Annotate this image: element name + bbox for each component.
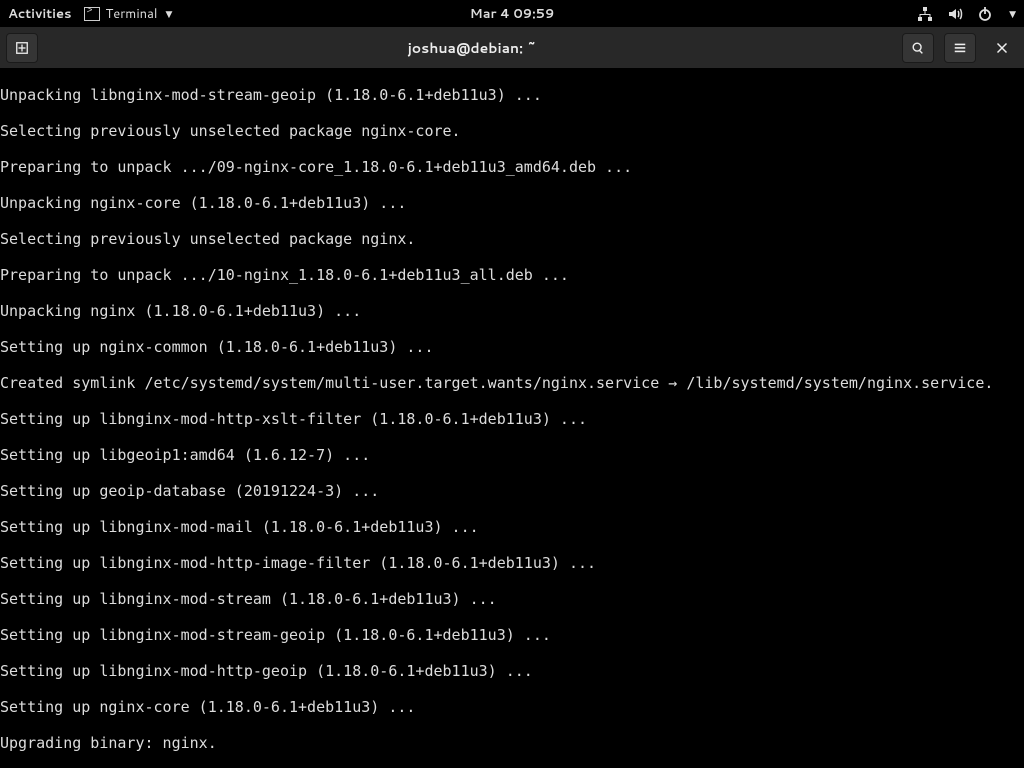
output-line: Preparing to unpack .../10-nginx_1.18.0-… [0, 266, 1024, 284]
output-line: Selecting previously unselected package … [0, 230, 1024, 248]
new-tab-button[interactable] [6, 33, 38, 63]
output-line: Unpacking nginx-core (1.18.0-6.1+deb11u3… [0, 194, 1024, 212]
output-line: Unpacking libnginx-mod-stream-geoip (1.1… [0, 86, 1024, 104]
output-line: Setting up libnginx-mod-stream (1.18.0-6… [0, 590, 1024, 608]
output-line: Setting up libnginx-mod-mail (1.18.0-6.1… [0, 518, 1024, 536]
output-line: Setting up libnginx-mod-stream-geoip (1.… [0, 626, 1024, 644]
hamburger-menu-button[interactable] [944, 33, 976, 63]
output-line: Preparing to unpack .../09-nginx-core_1.… [0, 158, 1024, 176]
network-icon[interactable] [917, 6, 933, 22]
close-button[interactable] [986, 33, 1018, 63]
chevron-down-icon: ▼ [165, 7, 172, 20]
terminal-icon [84, 7, 100, 21]
output-line: Upgrading binary: nginx. [0, 734, 1024, 752]
search-button[interactable] [902, 33, 934, 63]
clock[interactable]: Mar 4 09:59 [470, 5, 555, 23]
output-line: Created symlink /etc/systemd/system/mult… [0, 374, 1024, 392]
system-menu-chevron-icon[interactable]: ▼ [1009, 7, 1016, 20]
output-line: Setting up libnginx-mod-http-geoip (1.18… [0, 662, 1024, 680]
output-line: Setting up libnginx-mod-http-xslt-filter… [0, 410, 1024, 428]
gnome-top-bar: Activities Terminal ▼ Mar 4 09:59 ▼ [0, 0, 1024, 27]
output-line: Setting up libnginx-mod-http-image-filte… [0, 554, 1024, 572]
output-line: Unpacking nginx (1.18.0-6.1+deb11u3) ... [0, 302, 1024, 320]
app-menu-label: Terminal [106, 5, 158, 23]
output-line: Setting up geoip-database (20191224-3) .… [0, 482, 1024, 500]
app-menu[interactable]: Terminal ▼ [84, 5, 173, 23]
output-line: Setting up nginx-core (1.18.0-6.1+deb11u… [0, 698, 1024, 716]
output-line: Selecting previously unselected package … [0, 122, 1024, 140]
window-title: joshua@debian: ~ [42, 38, 902, 58]
output-line: Setting up libgeoip1:amd64 (1.6.12-7) ..… [0, 446, 1024, 464]
window-titlebar: joshua@debian: ~ [0, 27, 1024, 68]
power-icon[interactable] [977, 6, 993, 22]
activities-button[interactable]: Activities [8, 5, 72, 23]
terminal-viewport[interactable]: Unpacking libnginx-mod-stream-geoip (1.1… [0, 68, 1024, 768]
volume-icon[interactable] [947, 6, 963, 22]
output-line: Setting up nginx-common (1.18.0-6.1+deb1… [0, 338, 1024, 356]
